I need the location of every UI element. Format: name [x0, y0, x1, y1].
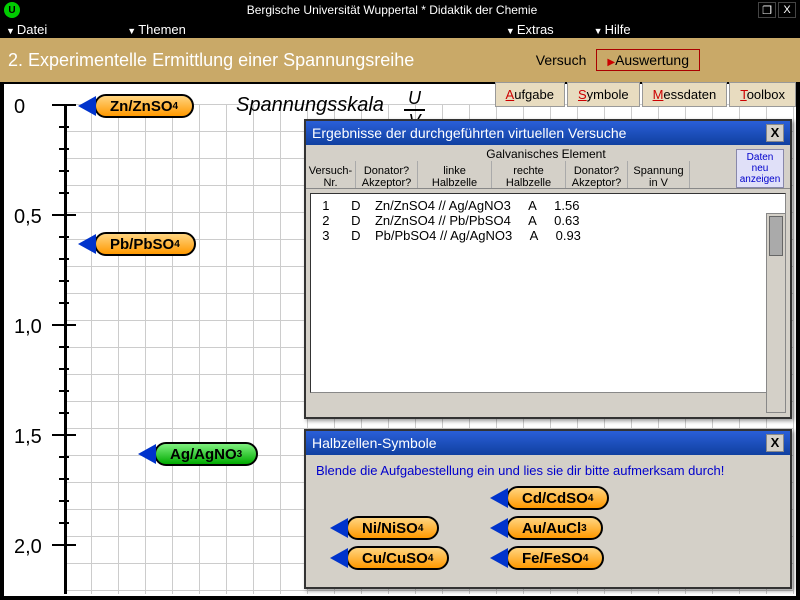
menu-hilfe[interactable]: ▼Hilfe	[594, 22, 631, 37]
menubar: ▼Datei ▼Themen ▼Extras ▼Hilfe	[0, 20, 800, 38]
dialog-results: Ergebnisse der durchgeführten virtuellen…	[304, 119, 792, 419]
halfcell-zn[interactable]: Zn/ZnSO4	[94, 94, 194, 118]
results-group-header: Galvanisches Element	[426, 147, 666, 161]
window-titlebar: U Bergische Universität Wuppertal * Dida…	[0, 0, 800, 20]
table-row: 3 D Pb/PbSO4 // Ag/AgNO3 A 0.93	[315, 228, 781, 243]
menu-themen[interactable]: ▼Themen	[127, 22, 186, 37]
results-scrollbar[interactable]	[766, 213, 786, 413]
page-title: 2. Experimentelle Ermittlung einer Spann…	[8, 50, 526, 71]
tab-versuch[interactable]: Versuch	[526, 50, 597, 70]
arrow-left-icon	[78, 234, 96, 254]
tab-aufgabe[interactable]: Aufgabe	[495, 82, 565, 107]
halfcell-fe[interactable]: Fe/FeSO4	[506, 546, 604, 570]
menu-datei[interactable]: ▼Datei	[6, 22, 47, 37]
arrow-left-icon	[490, 488, 508, 508]
results-data-table: 1 D Zn/ZnSO4 // Ag/AgNO3 A 1.56 2 D Zn/Z…	[310, 193, 786, 393]
halfcell-cd[interactable]: Cd/CdSO4	[506, 486, 609, 510]
window-restore-button[interactable]: ❐	[758, 2, 776, 18]
app-logo-icon: U	[4, 2, 20, 18]
tab-auswertung[interactable]: ▶Auswertung	[596, 49, 700, 71]
subheader: 2. Experimentelle Ermittlung einer Spann…	[0, 38, 800, 82]
halfcell-pb[interactable]: Pb/PbSO4	[94, 232, 196, 256]
main-area: Spannungsskala UV 0 0,5 1,0 1,5 2,0 Zn/Z…	[0, 82, 800, 600]
arrow-left-icon	[490, 518, 508, 538]
col-donator2: Donator?Akzeptor?	[566, 161, 628, 188]
halfcell-ni[interactable]: Ni/NiSO4	[346, 516, 439, 540]
arrow-left-icon	[330, 518, 348, 538]
tab-toolbox[interactable]: Toolbox	[729, 82, 796, 107]
window-title: Bergische Universität Wuppertal * Didakt…	[26, 3, 758, 17]
axis-label-05: 0,5	[14, 206, 42, 229]
col-donator1: Donator?Akzeptor?	[356, 161, 418, 188]
arrow-left-icon	[490, 548, 508, 568]
menu-extras[interactable]: ▼Extras	[506, 22, 554, 37]
table-row: 1 D Zn/ZnSO4 // Ag/AgNO3 A 1.56	[315, 198, 781, 213]
table-row: 2 D Zn/ZnSO4 // Pb/PbSO4 A 0.63	[315, 213, 781, 228]
tab-messdaten[interactable]: Messdaten	[642, 82, 728, 107]
window-close-button[interactable]: X	[778, 2, 796, 18]
axis-label-15: 1,5	[14, 426, 42, 449]
axis-label-10: 1,0	[14, 316, 42, 339]
col-linke: linkeHalbzelle	[418, 161, 492, 188]
halfcell-cu[interactable]: Cu/CuSO4	[346, 546, 449, 570]
col-spannung: Spannungin V	[628, 161, 690, 188]
dialog-symbols-close-button[interactable]: X	[766, 434, 784, 452]
arrow-left-icon	[78, 96, 96, 116]
symbols-instruction: Blende die Aufgabestellung ein und lies …	[306, 455, 790, 486]
dialog-results-title: Ergebnisse der durchgeführten virtuellen…	[312, 125, 766, 141]
halfcell-ag[interactable]: Ag/AgNO3	[154, 442, 258, 466]
tool-tabs: Aufgabe Symbole Messdaten Toolbox	[495, 82, 796, 107]
refresh-data-button[interactable]: Daten neu anzeigen	[736, 149, 784, 188]
axis-label-20: 2,0	[14, 536, 42, 559]
halfcell-au[interactable]: Au/AuCl3	[506, 516, 603, 540]
dialog-symbols-title: Halbzellen-Symbole	[312, 435, 766, 451]
dialog-symbols: Halbzellen-Symbole X Blende die Aufgabes…	[304, 429, 792, 589]
col-nr: Versuch-Nr.	[306, 161, 356, 188]
voltage-axis	[64, 104, 67, 594]
scale-title: Spannungsskala	[236, 94, 384, 117]
axis-label-0: 0	[14, 96, 25, 119]
arrow-left-icon	[330, 548, 348, 568]
tab-symbole[interactable]: Symbole	[567, 82, 640, 107]
dialog-results-close-button[interactable]: X	[766, 124, 784, 142]
col-rechte: rechteHalbzelle	[492, 161, 566, 188]
scrollbar-thumb[interactable]	[769, 216, 783, 256]
arrow-left-icon	[138, 444, 156, 464]
